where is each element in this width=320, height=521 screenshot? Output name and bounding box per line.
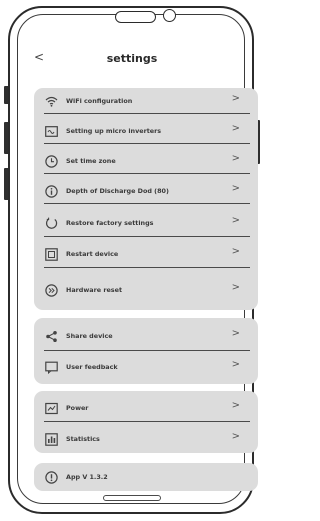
- chevron-right-icon: >: [231, 123, 240, 134]
- feedback-icon: [44, 360, 58, 374]
- power-icon: [44, 401, 58, 415]
- menu-item-label: Power: [66, 404, 89, 412]
- menu-item-label: WiFi configuration: [66, 97, 133, 105]
- chevron-right-icon: >: [231, 183, 240, 194]
- menu-item-hardware-reset[interactable]: Hardware reset >: [44, 278, 252, 302]
- menu-item-power[interactable]: Power >: [44, 396, 252, 420]
- chevron-right-icon: >: [231, 400, 240, 411]
- menu-item-label: Setting up micro inverters: [66, 127, 162, 135]
- chevron-right-icon: >: [231, 246, 240, 257]
- menu-item-label: Statistics: [66, 435, 100, 443]
- settings-group-about: App V 1.3.2: [34, 463, 258, 491]
- menu-item-label: Hardware reset: [66, 286, 122, 294]
- menu-item-label: Restore factory settings: [66, 219, 154, 227]
- divider: [44, 236, 250, 238]
- menu-item-restart-device[interactable]: Restart device >: [44, 242, 252, 266]
- menu-item-statistics[interactable]: Statistics >: [44, 427, 252, 451]
- menu-item-set-time-zone[interactable]: Set time zone >: [44, 149, 252, 173]
- menu-item-depth-of-discharge[interactable]: Depth of Discharge Dod (80) >: [44, 179, 252, 203]
- divider: [44, 113, 250, 115]
- menu-item-user-feedback[interactable]: User feedback >: [44, 355, 252, 379]
- divider: [44, 203, 250, 205]
- share-icon: [44, 329, 58, 343]
- menu-item-label: Restart device: [66, 250, 119, 258]
- clock-icon: [44, 154, 58, 168]
- chevron-right-icon: >: [231, 359, 240, 370]
- inverter-icon: [44, 124, 58, 138]
- restart-icon: [44, 247, 58, 261]
- phone-frame: < settings WiFi configuration > Setting …: [0, 0, 264, 521]
- camera-icon: [163, 9, 176, 22]
- menu-item-label: Set time zone: [66, 157, 116, 165]
- menu-item-micro-inverters[interactable]: Setting up micro inverters >: [44, 119, 252, 143]
- wifi-icon: [44, 94, 58, 108]
- menu-item-restore-factory-settings[interactable]: Restore factory settings >: [44, 211, 252, 235]
- menu-item-label: User feedback: [66, 363, 118, 371]
- menu-item-label: Depth of Discharge Dod (80): [66, 187, 169, 195]
- divider: [44, 421, 250, 423]
- divider: [44, 143, 250, 145]
- app-version-label: App V 1.3.2: [66, 473, 108, 481]
- home-indicator: [103, 495, 161, 501]
- menu-item-app-version: App V 1.3.2: [44, 465, 252, 489]
- chevron-right-icon: >: [231, 328, 240, 339]
- menu-item-wifi-configuration[interactable]: WiFi configuration >: [44, 89, 252, 113]
- divider: [44, 267, 250, 269]
- chevron-right-icon: >: [231, 282, 240, 293]
- info-icon: [44, 184, 58, 198]
- chevron-right-icon: >: [231, 93, 240, 104]
- page-title: settings: [106, 52, 158, 65]
- settings-group-data: Power > Statistics >: [34, 391, 258, 453]
- menu-item-share-device[interactable]: Share device >: [44, 324, 252, 348]
- chevron-right-icon: >: [231, 153, 240, 164]
- chevron-right-icon: >: [231, 431, 240, 442]
- divider: [44, 350, 250, 352]
- settings-group-device: WiFi configuration > Setting up micro in…: [34, 88, 258, 310]
- chevron-right-icon: >: [231, 215, 240, 226]
- app-info-icon: [44, 470, 58, 484]
- settings-group-sharing: Share device > User feedback >: [34, 318, 258, 384]
- statistics-icon: [44, 432, 58, 446]
- hardware-reset-icon: [44, 283, 58, 297]
- speaker-grille: [115, 11, 156, 23]
- divider: [44, 173, 250, 175]
- menu-item-label: Share device: [66, 332, 113, 340]
- restore-icon: [44, 216, 58, 230]
